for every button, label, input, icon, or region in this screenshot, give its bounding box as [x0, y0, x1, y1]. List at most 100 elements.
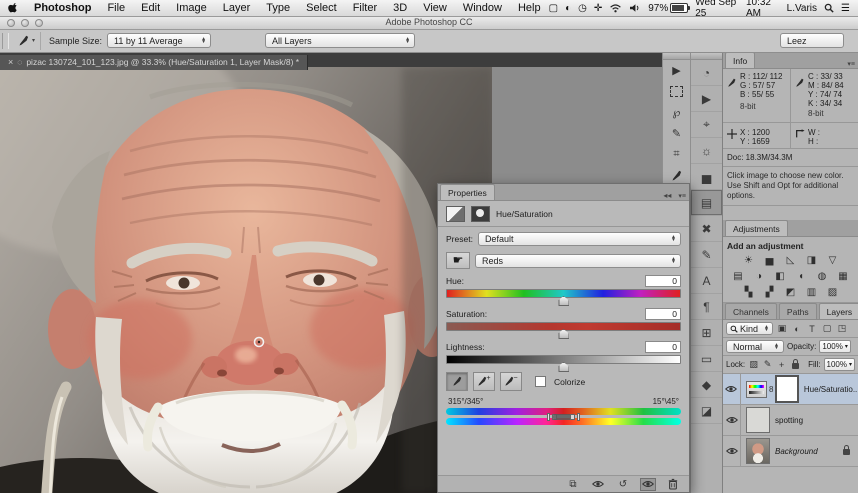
tab-adjustments[interactable]: Adjustments [725, 220, 788, 236]
options-bar-grip[interactable] [2, 33, 9, 49]
hue-slider-thumb[interactable] [558, 296, 569, 306]
opacity-value[interactable]: 100%▾ [819, 340, 850, 353]
targeted-adjustment-tool[interactable]: ☛ [446, 252, 470, 269]
vibrance-icon[interactable]: ▽ [826, 254, 840, 266]
color-lookup-icon[interactable]: ▦ [836, 270, 850, 282]
lock-pixels-icon[interactable]: ✎ [762, 359, 773, 370]
notification-center-icon[interactable]: ☰ [841, 3, 850, 14]
histogram-panel-icon[interactable]: ▅ [691, 164, 722, 190]
menu-edit[interactable]: Edit [133, 2, 168, 14]
lightness-slider[interactable] [446, 355, 681, 364]
brightness-contrast-icon[interactable]: ☀ [742, 254, 756, 266]
filter-pixel-layers-icon[interactable]: ▣ [776, 322, 788, 335]
adjustments-panel-icon[interactable]: ☼ [691, 138, 722, 164]
panel-dock-header[interactable] [691, 52, 722, 60]
reset-adjustment-icon[interactable]: ↺ [615, 478, 631, 491]
color-balance-icon[interactable]: ◑ [752, 270, 766, 282]
clone-source-panel-icon[interactable]: ⌖ [691, 112, 722, 138]
workspace-switcher[interactable]: Leez [780, 33, 844, 48]
character-panel-icon[interactable]: A [691, 268, 722, 294]
invert-icon[interactable]: ▚ [742, 286, 756, 298]
collapse-panels-icon[interactable]: ◂◂ [663, 191, 671, 200]
filter-smart-object-icon[interactable]: ◳ [836, 322, 848, 335]
menu-file[interactable]: File [99, 2, 133, 14]
spotlight-icon[interactable] [824, 3, 834, 13]
tab-layers[interactable]: Layers [819, 303, 858, 319]
volume-icon[interactable] [629, 3, 641, 13]
menu-time[interactable]: 10:32 AM [746, 0, 780, 19]
adjustment-layer-thumbnail[interactable] [746, 381, 767, 398]
colorize-checkbox[interactable] [535, 376, 546, 387]
add-to-sample-eyedropper-button[interactable]: + [473, 372, 495, 391]
actions-panel-icon[interactable]: ▶ [691, 86, 722, 112]
exposure-icon[interactable]: ◨ [805, 254, 819, 266]
apple-menu[interactable] [0, 2, 26, 14]
tools-panel-header[interactable] [663, 52, 690, 60]
view-previous-state-icon[interactable] [590, 478, 606, 491]
tab-properties[interactable]: Properties [440, 184, 495, 200]
menu-filter[interactable]: Filter [345, 2, 385, 14]
portrait-photo[interactable] [0, 67, 492, 493]
hue-saturation-icon[interactable]: ▤ [731, 270, 745, 282]
quick-selection-tool[interactable]: ✎ [663, 123, 690, 144]
subtract-from-sample-eyedropper-button[interactable]: − [500, 372, 522, 391]
selective-color-icon[interactable]: ▨ [826, 286, 840, 298]
menu-window[interactable]: Window [455, 2, 510, 14]
layer-name[interactable]: Hue/Saturatio... [804, 385, 858, 394]
hue-value-input[interactable]: 0 [645, 275, 681, 287]
sample-eyedropper-button[interactable] [446, 372, 468, 391]
layer-visibility-toggle[interactable] [723, 374, 741, 404]
battery-indicator[interactable]: 97% [648, 3, 688, 14]
menu-layer[interactable]: Layer [215, 2, 259, 14]
menu-type[interactable]: Type [258, 2, 298, 14]
lock-all-icon[interactable] [790, 359, 801, 371]
tab-info[interactable]: Info [725, 52, 755, 68]
lightness-value-input[interactable]: 0 [645, 341, 681, 353]
black-white-icon[interactable]: ◧ [773, 270, 787, 282]
move-tool[interactable]: ▶ [663, 60, 690, 81]
3d-panel-icon[interactable]: ◆ [691, 372, 722, 398]
sample-size-select[interactable]: 11 by 11 Average ▲▼ [107, 33, 211, 48]
threshold-icon[interactable]: ◩ [784, 286, 798, 298]
menu-select[interactable]: Select [298, 2, 345, 14]
menu-photoshop[interactable]: Photoshop [26, 2, 99, 14]
paragraph-panel-icon[interactable]: ¶ [691, 294, 722, 320]
menu-image[interactable]: Image [168, 2, 215, 14]
menu-date[interactable]: Wed Sep 25 [695, 0, 739, 19]
lasso-tool[interactable]: ℘ [663, 102, 690, 123]
posterize-icon[interactable]: ▞ [763, 286, 777, 298]
hue-range-control[interactable] [547, 413, 580, 421]
brush-presets-panel-icon[interactable]: ✎ [691, 242, 722, 268]
range-outer-left-handle[interactable] [547, 413, 550, 421]
lightness-slider-thumb[interactable] [558, 362, 569, 372]
curves-icon[interactable]: ◺ [784, 254, 798, 266]
history-panel-icon[interactable]: ◔ [691, 60, 722, 86]
menu-help[interactable]: Help [510, 2, 549, 14]
menu-user[interactable]: L.Varis [787, 3, 817, 14]
fill-value[interactable]: 100%▾ [824, 358, 855, 371]
sample-layers-select[interactable]: All Layers ▲▼ [265, 33, 415, 48]
blend-mode-select[interactable]: Normal ▲▼ [726, 340, 784, 353]
levels-icon[interactable]: ▅ [763, 254, 777, 266]
rectangular-marquee-tool[interactable] [663, 81, 690, 102]
layer-row-hue-saturation[interactable]: 8 Hue/Saturatio... [723, 374, 858, 405]
saturation-slider-thumb[interactable] [558, 329, 569, 339]
photo-filter-icon[interactable]: ◖ [794, 270, 808, 282]
saturation-value-input[interactable]: 0 [645, 308, 681, 320]
layer-thumbnail[interactable] [746, 438, 770, 464]
properties-panel-icon[interactable]: ▤ [691, 190, 722, 216]
styles-panel-icon[interactable]: ◪ [691, 398, 722, 424]
display-menu-icon[interactable]: ▢ [549, 3, 558, 14]
accessibility-menu-icon[interactable]: ✛ [594, 3, 602, 14]
tool-presets-panel-icon[interactable]: ✖ [691, 216, 722, 242]
delete-adjustment-icon[interactable] [665, 478, 681, 491]
properties-panel-menu-icon[interactable]: ▾≡ [678, 192, 686, 200]
tab-close-icon[interactable]: × [8, 57, 13, 67]
layer-comps-panel-icon[interactable]: ⊞ [691, 320, 722, 346]
mask-badge-icon[interactable] [471, 206, 490, 222]
gradient-map-icon[interactable]: ▥ [805, 286, 819, 298]
channel-select[interactable]: Reds ▲▼ [475, 254, 681, 268]
lock-position-icon[interactable]: + [776, 360, 787, 370]
saturation-slider[interactable] [446, 322, 681, 331]
wifi-icon[interactable] [609, 3, 622, 13]
